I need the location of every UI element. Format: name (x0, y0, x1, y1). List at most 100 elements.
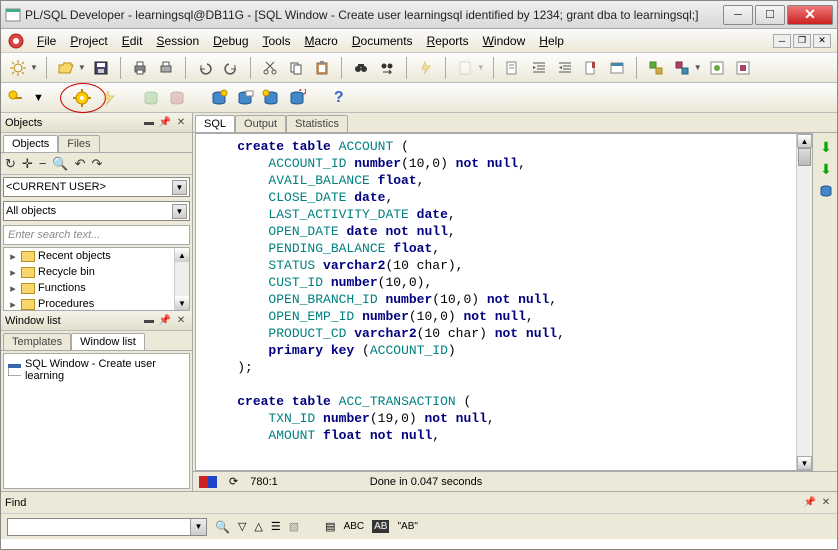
mdi-restore-button[interactable]: ❐ (793, 34, 811, 48)
maximize-button[interactable]: ☐ (755, 5, 785, 25)
expand-icon[interactable]: ▸ (8, 266, 18, 279)
expand-icon[interactable]: ▸ (8, 282, 18, 295)
panel-pin-button[interactable]: 📌 (158, 116, 172, 130)
menu-tools[interactable]: Tools (257, 32, 297, 50)
next-button[interactable]: ⬇ (818, 139, 834, 155)
find-abc-icon[interactable]: ABC (344, 521, 365, 532)
tab-templates[interactable]: Templates (3, 333, 71, 350)
panel-pin-button[interactable]: 📌 (803, 496, 817, 510)
find-list-icon[interactable]: ▤ (325, 520, 335, 533)
panel-menu-button[interactable]: ▬ (142, 314, 156, 328)
print-setup-button[interactable] (155, 57, 177, 79)
windowlist-item[interactable]: SQL Window - Create user learning (8, 358, 185, 382)
tree-scrollbar[interactable]: ▲▼ (174, 248, 189, 310)
paste-button[interactable] (311, 57, 333, 79)
filter-combo[interactable]: All objects ▼ (3, 201, 190, 221)
open-button[interactable] (55, 57, 77, 79)
find-ab-quoted[interactable]: "AB" (397, 521, 417, 532)
window-button[interactable] (606, 57, 628, 79)
remove-icon[interactable]: − (39, 156, 47, 171)
logon-button[interactable] (7, 89, 25, 107)
tree-item[interactable]: ▸Procedures (4, 296, 189, 311)
dropdown-arrow-icon[interactable]: ▼ (30, 63, 38, 72)
mdi-close-button[interactable]: ✕ (813, 34, 831, 48)
redo-button[interactable] (220, 57, 242, 79)
minimize-button[interactable]: ─ (723, 5, 753, 25)
tab-output[interactable]: Output (235, 115, 286, 132)
find-down-icon[interactable]: ▽ (238, 520, 246, 533)
find-button[interactable] (350, 57, 372, 79)
menu-edit[interactable]: Edit (116, 32, 149, 50)
copy-button[interactable] (285, 57, 307, 79)
expand-icon[interactable]: ▸ (8, 298, 18, 311)
explain-button[interactable] (502, 57, 524, 79)
help-button[interactable]: ? (334, 89, 344, 107)
replace-button[interactable] (376, 57, 398, 79)
tab-objects[interactable]: Objects (3, 135, 58, 152)
refresh-icon[interactable]: ⟳ (229, 475, 238, 488)
tab-statistics[interactable]: Statistics (286, 115, 348, 132)
find-up-icon[interactable]: △ (254, 520, 262, 533)
object-tree[interactable]: ▸Recent objects▸Recycle bin▸Functions▸Pr… (3, 247, 190, 311)
tools4-button[interactable] (732, 57, 754, 79)
db-side-button[interactable] (818, 183, 834, 199)
mdi-minimize-button[interactable]: ─ (773, 34, 791, 48)
tree-item[interactable]: ▸Functions (4, 280, 189, 296)
tab-files[interactable]: Files (58, 135, 99, 152)
menu-session[interactable]: Session (150, 32, 205, 50)
search-input[interactable]: Enter search text... (3, 225, 190, 245)
panel-close-button[interactable]: ✕ (174, 314, 188, 328)
add-icon[interactable]: ✛ (22, 156, 33, 172)
panel-pin-button[interactable]: 📌 (158, 314, 172, 328)
print-button[interactable] (129, 57, 151, 79)
page-button[interactable] (454, 57, 476, 79)
menu-documents[interactable]: Documents (346, 32, 419, 50)
menu-window[interactable]: Window (477, 32, 532, 50)
find-input[interactable]: ▼ (7, 518, 207, 536)
menu-file[interactable]: File (31, 32, 62, 50)
dropdown-arrow-icon[interactable]: ▼ (33, 92, 44, 104)
db3-button[interactable] (262, 89, 280, 107)
tools2-button[interactable] (671, 57, 693, 79)
indent-button[interactable] (528, 57, 550, 79)
refresh-icon[interactable]: ↻ (5, 156, 16, 172)
compile-button[interactable] (415, 57, 437, 79)
tree-item[interactable]: ▸Recycle bin (4, 264, 189, 280)
menu-reports[interactable]: Reports (421, 32, 475, 50)
new-button[interactable] (7, 57, 29, 79)
panel-close-button[interactable]: ✕ (174, 116, 188, 130)
close-button[interactable]: ✕ (787, 5, 833, 25)
fetch-button[interactable]: ⬇ (818, 161, 834, 177)
find-case-icon[interactable]: AB (372, 520, 389, 533)
dropdown-arrow-icon[interactable]: ▼ (477, 63, 485, 72)
tab-sql[interactable]: SQL (195, 115, 235, 132)
tools1-button[interactable] (645, 57, 667, 79)
db4-button[interactable] (288, 89, 306, 107)
editor-scrollbar[interactable]: ▲▼ (796, 134, 812, 470)
db2-button[interactable] (236, 89, 254, 107)
menu-debug[interactable]: Debug (207, 32, 254, 50)
panel-close-button[interactable]: ✕ (819, 496, 833, 510)
find-all-icon[interactable]: ☰ (271, 520, 281, 533)
rollback-button[interactable] (168, 89, 186, 107)
db1-button[interactable] (210, 89, 228, 107)
break-button[interactable] (100, 89, 118, 107)
user-combo[interactable]: <CURRENT USER> ▼ (3, 177, 190, 197)
panel-menu-button[interactable]: ▬ (142, 116, 156, 130)
sql-editor[interactable]: create table ACCOUNT ( ACCOUNT_ID number… (196, 134, 796, 470)
back-icon[interactable]: ↶ (75, 156, 86, 172)
commit-button[interactable] (142, 89, 160, 107)
dropdown-arrow-icon[interactable]: ▼ (694, 63, 702, 72)
bookmark-button[interactable] (580, 57, 602, 79)
menu-help[interactable]: Help (533, 32, 570, 50)
cut-button[interactable] (259, 57, 281, 79)
execute-button[interactable] (72, 88, 92, 108)
find-icon[interactable]: 🔍 (215, 520, 230, 534)
tab-windowlist[interactable]: Window list (71, 333, 145, 350)
undo-button[interactable] (194, 57, 216, 79)
find-x-icon[interactable]: ▧ (289, 520, 299, 533)
menu-project[interactable]: Project (64, 32, 113, 50)
dropdown-arrow-icon[interactable]: ▼ (78, 63, 86, 72)
expand-icon[interactable]: ▸ (8, 250, 18, 263)
find-icon[interactable]: 🔍 (52, 156, 68, 172)
